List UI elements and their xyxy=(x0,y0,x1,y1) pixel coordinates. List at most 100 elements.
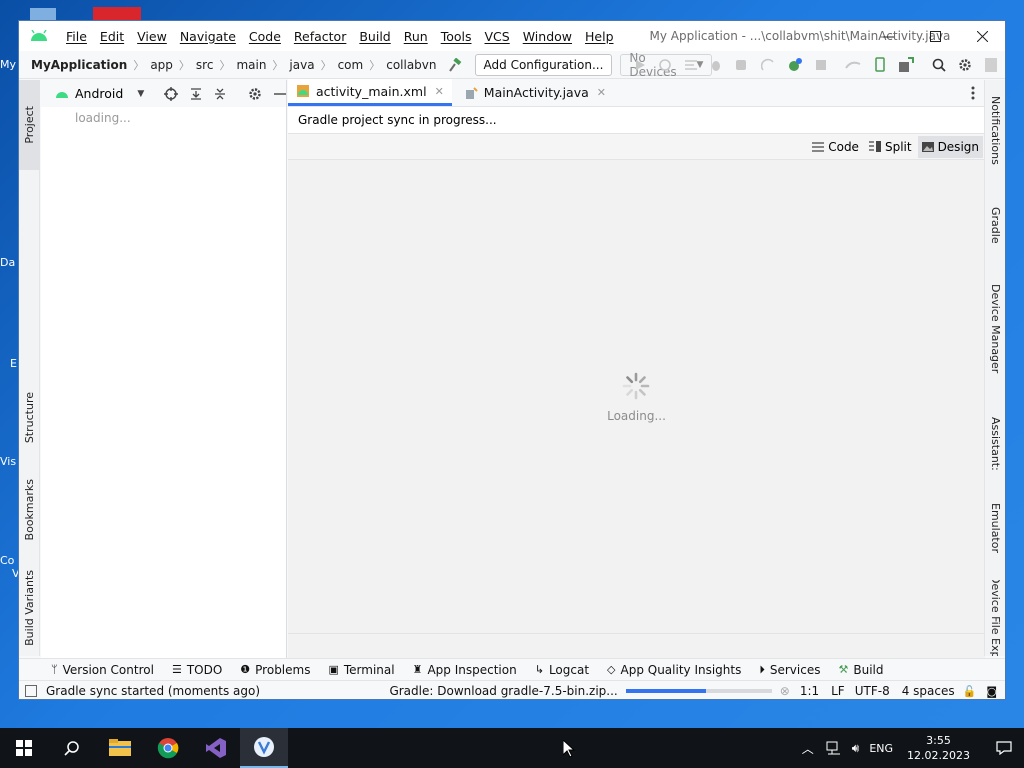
menu-edit[interactable]: Edit xyxy=(93,29,130,44)
close-button[interactable] xyxy=(959,21,1005,51)
minimize-button[interactable] xyxy=(865,21,911,51)
menu-vcs[interactable]: VCS xyxy=(478,29,516,44)
tab-main-activity[interactable]: MainActivity.java ✕ xyxy=(456,79,614,106)
indent-setting[interactable]: 4 spaces xyxy=(902,684,955,698)
tab-structure[interactable]: Structure xyxy=(19,378,40,458)
tab-emulator[interactable]: Emulator xyxy=(985,494,1005,562)
chrome-icon[interactable] xyxy=(144,728,192,768)
menu-code[interactable]: Code xyxy=(242,29,287,44)
menu-run[interactable]: Run xyxy=(397,29,434,44)
menu-view[interactable]: View xyxy=(130,29,173,44)
collapse-all-icon[interactable] xyxy=(214,87,226,101)
more-options-icon[interactable] xyxy=(961,79,985,106)
menu-refactor[interactable]: Refactor xyxy=(287,29,352,44)
hammer-icon[interactable] xyxy=(447,57,463,73)
sync-gradle-icon[interactable] xyxy=(785,54,805,76)
background-task[interactable]: Gradle: Download gradle-7.5-bin.zip... xyxy=(389,684,617,698)
volume-icon[interactable]: 🔊︎ xyxy=(852,741,860,756)
tool-build[interactable]: ⚒ Build xyxy=(838,663,883,677)
project-view-selector[interactable]: Android xyxy=(75,86,123,101)
menu-build[interactable]: Build xyxy=(352,29,396,44)
device-manager-icon[interactable] xyxy=(870,54,890,76)
tab-project[interactable]: Project xyxy=(19,80,40,170)
app-shortcut-icon[interactable] xyxy=(93,7,141,21)
tool-services[interactable]: ⏵ Services xyxy=(759,663,820,677)
breadcrumb-item[interactable]: java xyxy=(289,58,314,72)
tool-app-quality-insights[interactable]: ◇ App Quality Insights xyxy=(607,663,741,677)
tool-version-control[interactable]: ᛘ Version Control xyxy=(51,663,154,677)
menu-navigate[interactable]: Navigate xyxy=(173,29,242,44)
search-icon[interactable] xyxy=(929,54,949,76)
line-separator[interactable]: LF xyxy=(831,684,845,698)
debug-icon[interactable] xyxy=(706,54,726,76)
breadcrumb-item[interactable]: src xyxy=(196,58,214,72)
visual-studio-icon[interactable] xyxy=(192,728,240,768)
language-indicator[interactable]: ENG xyxy=(869,742,893,755)
file-explorer-icon[interactable] xyxy=(96,728,144,768)
rerun-icon[interactable] xyxy=(655,54,675,76)
lock-icon[interactable]: 🔓 xyxy=(963,685,977,698)
start-button[interactable] xyxy=(0,728,48,768)
sdk-manager-icon[interactable] xyxy=(896,54,916,76)
close-tab-icon[interactable]: ✕ xyxy=(435,85,444,98)
desktop-icon-label[interactable]: E xyxy=(10,357,17,370)
attach-debugger-icon[interactable] xyxy=(758,54,778,76)
chevron-up-icon[interactable]: ︿ xyxy=(802,740,814,757)
code-view-button[interactable]: Code xyxy=(808,136,863,158)
tab-activity-main[interactable]: activity_main.xml ✕ xyxy=(288,79,452,106)
tab-notifications[interactable]: Notifications xyxy=(985,84,1005,176)
tool-terminal[interactable]: ▣ Terminal xyxy=(328,663,394,677)
tab-bookmarks[interactable]: Bookmarks xyxy=(19,465,40,555)
desktop-icon-label[interactable]: Co xyxy=(0,554,14,567)
notification-center-icon[interactable] xyxy=(984,741,1024,755)
gear-icon[interactable] xyxy=(248,87,262,101)
breadcrumb-item[interactable]: main xyxy=(236,58,266,72)
stop-icon[interactable] xyxy=(811,54,831,76)
toggle-tool-windows-icon[interactable] xyxy=(25,685,37,697)
caret-position[interactable]: 1:1 xyxy=(800,684,819,698)
menu-window[interactable]: Window xyxy=(516,29,578,44)
profile-icon[interactable] xyxy=(731,54,751,76)
apply-changes-icon[interactable] xyxy=(681,54,701,76)
run-icon[interactable] xyxy=(630,54,650,76)
tab-assistant[interactable]: Assistant: xyxy=(985,408,1005,480)
tool-logcat[interactable]: ↳ Logcat xyxy=(535,663,589,677)
status-message[interactable]: Gradle sync started (moments ago) xyxy=(46,684,260,698)
tab-device-manager[interactable]: Device Manager xyxy=(985,266,1005,392)
tool-app-inspection[interactable]: ♜ App Inspection xyxy=(413,663,517,677)
desktop-icon-label[interactable]: Vis xyxy=(0,455,16,468)
chevron-down-icon[interactable]: ▼ xyxy=(137,89,144,99)
add-configuration-button[interactable]: Add Configuration... xyxy=(474,53,613,76)
hide-panel-icon[interactable] xyxy=(274,88,287,100)
breadcrumb-item[interactable]: com xyxy=(338,58,364,72)
tab-gradle[interactable]: Gradle xyxy=(985,190,1005,260)
gear-icon[interactable] xyxy=(955,54,975,76)
close-tab-icon[interactable]: ✕ xyxy=(597,86,606,99)
expand-all-icon[interactable] xyxy=(190,87,202,101)
menu-help[interactable]: Help xyxy=(578,29,620,44)
file-encoding[interactable]: UTF-8 xyxy=(855,684,890,698)
android-studio-taskbar-icon[interactable] xyxy=(240,728,288,768)
cancel-task-icon[interactable]: ⊗ xyxy=(780,684,790,698)
design-view-button[interactable]: Design xyxy=(917,135,983,158)
search-icon[interactable] xyxy=(48,728,96,768)
tab-build-variants[interactable]: Build Variants xyxy=(19,560,40,656)
plugin-updates-icon[interactable] xyxy=(981,54,1001,76)
event-log-icon[interactable]: ◙ xyxy=(986,685,997,698)
menu-file[interactable]: File xyxy=(59,29,93,44)
locate-file-icon[interactable] xyxy=(164,86,179,101)
desktop-icon-label[interactable]: My xyxy=(0,58,16,71)
tab-device-file-explorer[interactable]: Device File Expl xyxy=(985,580,1005,656)
split-view-button[interactable]: Split xyxy=(865,136,916,158)
breadcrumb-item[interactable]: collabvn xyxy=(386,58,436,72)
tool-problems[interactable]: ❶ Problems xyxy=(240,663,310,677)
desktop-icon-label[interactable]: Da xyxy=(0,256,15,269)
gradle-sync-icon[interactable] xyxy=(843,54,863,76)
breadcrumb-project[interactable]: MyApplication xyxy=(31,58,127,72)
maximize-button[interactable] xyxy=(912,21,958,51)
breadcrumb-item[interactable]: app xyxy=(150,58,173,72)
clock[interactable]: 3:55 12.02.2023 xyxy=(907,733,970,763)
network-icon[interactable] xyxy=(826,741,842,755)
menu-tools[interactable]: Tools xyxy=(434,29,478,44)
tool-todo[interactable]: ☰ TODO xyxy=(172,663,222,677)
